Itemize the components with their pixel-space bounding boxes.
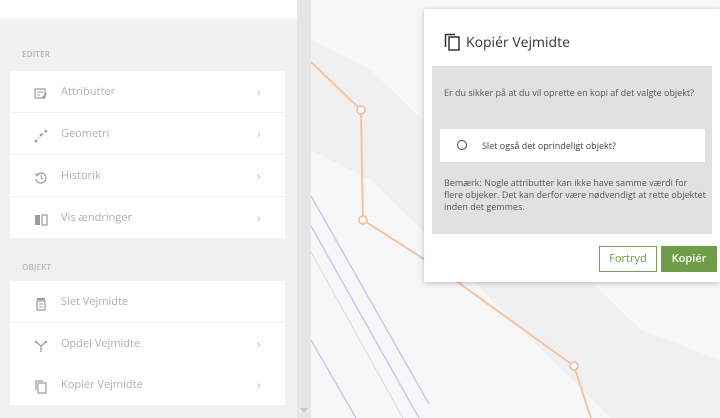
menu-item-attributes[interactable]: Attributter › xyxy=(10,71,285,112)
section-label-edit: EDITER xyxy=(22,49,51,60)
chevron-right-icon: › xyxy=(257,125,261,142)
split-icon xyxy=(34,336,48,352)
chevron-right-icon: › xyxy=(257,167,261,184)
copy-button[interactable]: Kopiér xyxy=(661,246,717,272)
road-node xyxy=(569,361,579,371)
menu-item-show-changes[interactable]: Vis ændringer › xyxy=(10,197,285,238)
compare-icon xyxy=(34,210,48,226)
menu-item-label: Kopiér Vejmidte xyxy=(61,377,143,392)
menu-item-label: Geometri xyxy=(61,126,110,141)
menu-item-label: Slet Vejmidte xyxy=(61,294,129,309)
delete-original-option[interactable]: Slet også det oprindeligt objekt? xyxy=(440,129,705,162)
blue-line xyxy=(311,339,357,418)
menu-item-delete[interactable]: Slet Vejmidte xyxy=(10,281,285,322)
chevron-right-icon: › xyxy=(257,83,261,100)
road-node xyxy=(358,215,368,225)
dialog-note: Bemærk: Nogle attributter kan ikke have … xyxy=(444,176,706,213)
blue-line xyxy=(311,195,430,405)
menu-item-copy[interactable]: Kopiér Vejmidte › xyxy=(10,364,285,405)
menu-item-geometry[interactable]: Geometri › xyxy=(10,113,285,154)
copy-icon xyxy=(444,33,460,51)
menu-item-history[interactable]: Historik › xyxy=(10,155,285,196)
menu-item-label: Opdel Vejmidte xyxy=(61,336,141,351)
copy-dialog: Kopiér Vejmidte Er du sikker på at du vi… xyxy=(424,9,720,282)
blue-line xyxy=(311,225,420,418)
menu-item-label: Attributter xyxy=(61,84,116,99)
form-edit-icon xyxy=(34,84,48,99)
dialog-title: Kopiér Vejmidte xyxy=(466,33,570,52)
sidebar-top-strip xyxy=(0,0,297,18)
section-label-object: OBJEKT xyxy=(22,262,52,273)
copy-icon xyxy=(34,377,48,394)
geometry-icon xyxy=(34,126,48,143)
dialog-question: Er du sikker på at du vil oprette en kop… xyxy=(444,86,695,99)
trash-icon xyxy=(34,294,48,311)
chevron-right-icon: › xyxy=(257,335,261,352)
edit-sidebar: EDITER Attributter › Geometri › Historik… xyxy=(0,0,297,418)
option-label: Slet også det oprindeligt objekt? xyxy=(482,139,616,152)
chevron-right-icon: › xyxy=(257,209,261,226)
road-node xyxy=(356,105,366,115)
history-icon xyxy=(34,168,48,184)
menu-item-label: Historik xyxy=(61,168,101,183)
chevron-right-icon: › xyxy=(257,376,261,393)
radio-button[interactable] xyxy=(457,140,467,150)
scroll-down-arrow-icon[interactable] xyxy=(300,408,308,413)
menu-item-label: Vis ændringer xyxy=(61,210,133,225)
cancel-button[interactable]: Fortryd xyxy=(599,246,657,272)
sidebar-scrollbar[interactable] xyxy=(297,0,311,418)
menu-item-split[interactable]: Opdel Vejmidte › xyxy=(10,323,285,364)
